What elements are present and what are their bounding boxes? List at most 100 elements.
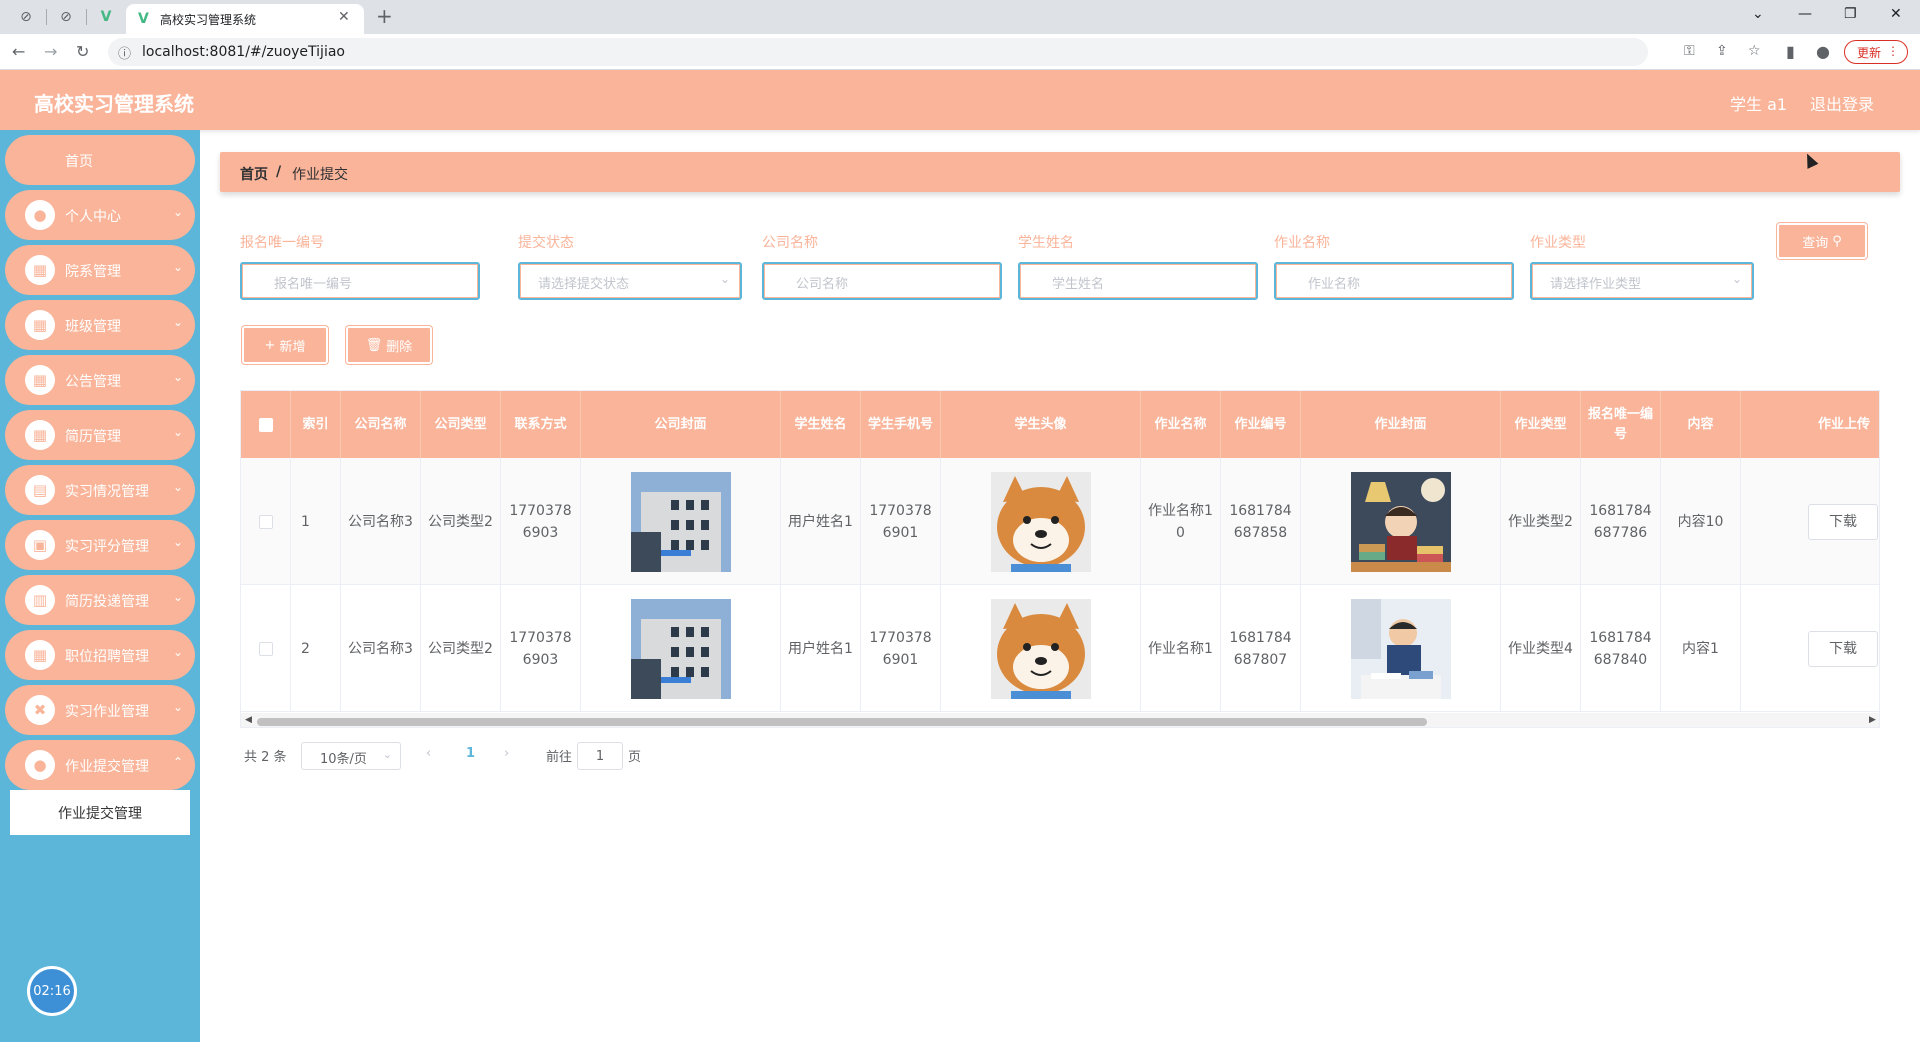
user-icon: ●: [25, 750, 55, 780]
sidebar-item-home[interactable]: 首页: [5, 135, 195, 185]
company-cover-image[interactable]: [630, 598, 731, 699]
company-cover-image[interactable]: [630, 471, 731, 572]
key-icon[interactable]: ⚿: [1684, 43, 1695, 59]
col-header: 作业编号: [1221, 391, 1301, 458]
update-button[interactable]: 更新 ⋮: [1844, 40, 1908, 64]
task-cover-image[interactable]: [1350, 598, 1451, 699]
download-button[interactable]: 下载: [1808, 630, 1878, 667]
breadcrumb-current: 作业提交: [292, 167, 348, 183]
sidebar-item-label: 院系管理: [65, 264, 121, 280]
submit-status-select[interactable]: 请选择提交状态 ⌄: [518, 262, 742, 300]
browser-tabstrip: ⊘ ⊘ V V 高校实习管理系统 ✕ + ⌄ — ❐ ✕: [0, 0, 1920, 34]
sidebar-item-notice[interactable]: ▦ 公告管理 ⌄: [5, 355, 195, 405]
profile-icon[interactable]: ●: [1816, 42, 1830, 61]
update-label: 更新: [1857, 45, 1882, 60]
col-header: 作业类型: [1501, 391, 1581, 458]
current-user[interactable]: 学生 a1: [1730, 91, 1787, 115]
info-icon[interactable]: ⓘ: [118, 43, 131, 62]
filter-label-task-name: 作业名称: [1274, 235, 1330, 251]
back-icon[interactable]: ←: [12, 42, 25, 61]
reload-icon[interactable]: ↻: [76, 42, 89, 61]
tab-search-icon[interactable]: ⌄: [1752, 6, 1764, 22]
add-button[interactable]: + 新增: [242, 326, 328, 364]
pinned-tab-icon[interactable]: ⊘: [14, 6, 38, 28]
cell-upload: 下载: [1741, 585, 1879, 712]
prev-page-icon[interactable]: ‹: [426, 746, 431, 761]
scroll-left-icon[interactable]: ◀: [245, 715, 252, 725]
sidebar-item-resume-delivery[interactable]: ▥ 简历投递管理 ⌄: [5, 575, 195, 625]
sidebar-item-resume[interactable]: ▦ 简历管理 ⌄: [5, 410, 195, 460]
row-checkbox[interactable]: [258, 514, 273, 529]
horizontal-scrollbar[interactable]: ◀ ▶: [241, 713, 1879, 727]
scrollbar-thumb[interactable]: [257, 718, 1427, 726]
search-button[interactable]: 查询 ⚲: [1777, 223, 1867, 259]
table-header: 索引 公司名称 公司类型 联系方式 公司封面 学生姓名 学生手机号 学生头像 作…: [241, 391, 1879, 458]
more-icon: ⋮: [1887, 44, 1899, 58]
app-title: 高校实习管理系统: [34, 92, 194, 116]
browser-toolbar: ← → ↻ ⓘ localhost:8081/#/zuoyeTijiao ⚿ ⇪…: [0, 34, 1920, 70]
select-placeholder: 请选择提交状态: [538, 277, 630, 292]
sidebar-item-department[interactable]: ▦ 院系管理 ⌄: [5, 245, 195, 295]
student-avatar-image[interactable]: [990, 598, 1091, 699]
goto-page-input[interactable]: 1: [577, 742, 623, 770]
table-row: 1 公司名称3 公司类型2 17703786903 用户姓名1 17703786…: [241, 458, 1879, 585]
bookmark-star-icon[interactable]: ☆: [1748, 43, 1761, 59]
trash-icon: 🗑: [365, 337, 383, 353]
sidebar-item-label: 职位招聘管理: [65, 649, 149, 665]
cell-task-no: 1681784687858: [1221, 458, 1301, 585]
browser-tab-active[interactable]: V 高校实习管理系统 ✕: [126, 4, 364, 34]
sidebar-item-homework-submit[interactable]: ● 作业提交管理 ⌃: [5, 740, 195, 790]
minimize-icon[interactable]: —: [1798, 6, 1812, 22]
scroll-right-icon[interactable]: ▶: [1869, 715, 1876, 725]
cell-company-type: 公司类型2: [421, 458, 501, 585]
sidebar-item-recruitment[interactable]: ▦ 职位招聘管理 ⌄: [5, 630, 195, 680]
close-tab-icon[interactable]: ✕: [338, 9, 350, 25]
cell-task-cover: [1301, 458, 1501, 585]
forward-icon[interactable]: →: [44, 42, 57, 61]
reg-no-input[interactable]: 报名唯一编号: [240, 262, 480, 300]
select-all-checkbox[interactable]: [258, 417, 273, 432]
sidebar-item-label: 作业提交管理: [65, 759, 149, 775]
col-header: 联系方式: [501, 391, 581, 458]
filter-label-company: 公司名称: [762, 235, 818, 251]
download-button[interactable]: 下载: [1808, 503, 1878, 540]
row-checkbox[interactable]: [258, 641, 273, 656]
logout-link[interactable]: 退出登录: [1810, 91, 1874, 115]
student-avatar-image[interactable]: [990, 471, 1091, 572]
col-header: 学生头像: [941, 391, 1141, 458]
sidebar-item-personal-center[interactable]: ● 个人中心 ⌄: [5, 190, 195, 240]
breadcrumb: 首页 / 作业提交: [220, 152, 1900, 192]
page-size-select[interactable]: 10条/页 ⌄: [301, 742, 401, 770]
next-page-icon[interactable]: ›: [504, 746, 509, 761]
vue-tab-icon[interactable]: V: [94, 6, 118, 28]
page-size-value: 10条/页: [320, 752, 367, 767]
new-tab-icon[interactable]: +: [376, 4, 393, 28]
task-type-select[interactable]: 请选择作业类型 ⌄: [1530, 262, 1754, 300]
delete-button[interactable]: 🗑 删除: [346, 326, 432, 364]
sidebar-item-internship-score[interactable]: ▣ 实习评分管理 ⌄: [5, 520, 195, 570]
sidebar-item-internship-homework[interactable]: ✖ 实习作业管理 ⌄: [5, 685, 195, 735]
chevron-down-icon: ⌄: [173, 315, 184, 329]
restore-icon[interactable]: ❐: [1844, 6, 1857, 22]
input-placeholder: 报名唯一编号: [274, 277, 353, 292]
sidepanel-icon[interactable]: ▮: [1786, 42, 1795, 61]
cell-phone: 17703786903: [501, 458, 581, 585]
cell-company-cover: [581, 458, 781, 585]
sidebar-item-internship-status[interactable]: ▤ 实习情况管理 ⌄: [5, 465, 195, 515]
student-name-input[interactable]: 学生姓名: [1018, 262, 1258, 300]
share-icon[interactable]: ⇪: [1716, 43, 1728, 59]
address-bar[interactable]: ⓘ localhost:8081/#/zuoyeTijiao ⚿ ⇪ ☆: [108, 38, 1761, 66]
task-name-input[interactable]: 作业名称: [1274, 262, 1514, 300]
company-name-input[interactable]: 公司名称: [762, 262, 1002, 300]
breadcrumb-home[interactable]: 首页: [240, 164, 268, 184]
cross-icon: ✖: [25, 695, 55, 725]
cell-reg-no: 1681784687786: [1581, 458, 1661, 585]
col-header: 作业名称: [1141, 391, 1221, 458]
sidebar-item-class[interactable]: ▦ 班级管理 ⌄: [5, 300, 195, 350]
close-window-icon[interactable]: ✕: [1890, 6, 1902, 22]
pinned-tab-icon[interactable]: ⊘: [54, 6, 78, 28]
submenu-homework-submit[interactable]: 作业提交管理: [10, 790, 190, 835]
task-cover-image[interactable]: [1350, 471, 1451, 572]
col-header: 报名唯一编号: [1581, 391, 1661, 458]
page-number-current[interactable]: 1: [466, 746, 475, 761]
